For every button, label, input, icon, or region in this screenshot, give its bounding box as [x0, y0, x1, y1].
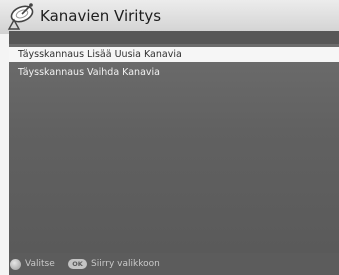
page-title: Kanavien Viritys — [40, 7, 162, 25]
ok-button-icon: OK — [68, 259, 87, 269]
panel-top-band — [9, 31, 339, 44]
menu-item-full-scan-add-channels[interactable]: Täysskannaus Lisää Uusia Kanavia — [9, 47, 339, 62]
ok-hint: OK Siirry valikkoon — [68, 258, 160, 270]
channel-tuning-screen: Kanavien Viritys Täysskannaus Lisää Uusi… — [0, 0, 339, 275]
ok-hint-label: Siirry valikkoon — [91, 259, 160, 269]
title-bar: Kanavien Viritys — [0, 0, 339, 34]
select-hint: Valitse — [10, 258, 55, 270]
select-hint-label: Valitse — [25, 259, 55, 269]
menu-item-full-scan-replace-channels[interactable]: Täysskannaus Vaihda Kanavia — [9, 65, 339, 80]
satellite-dish-icon — [2, 0, 38, 34]
navigation-dial-icon — [10, 258, 21, 270]
button-hint-bar: Valitse OK Siirry valikkoon — [9, 253, 339, 275]
menu-panel: Täysskannaus Lisää Uusia Kanavia Täysska… — [9, 31, 339, 253]
